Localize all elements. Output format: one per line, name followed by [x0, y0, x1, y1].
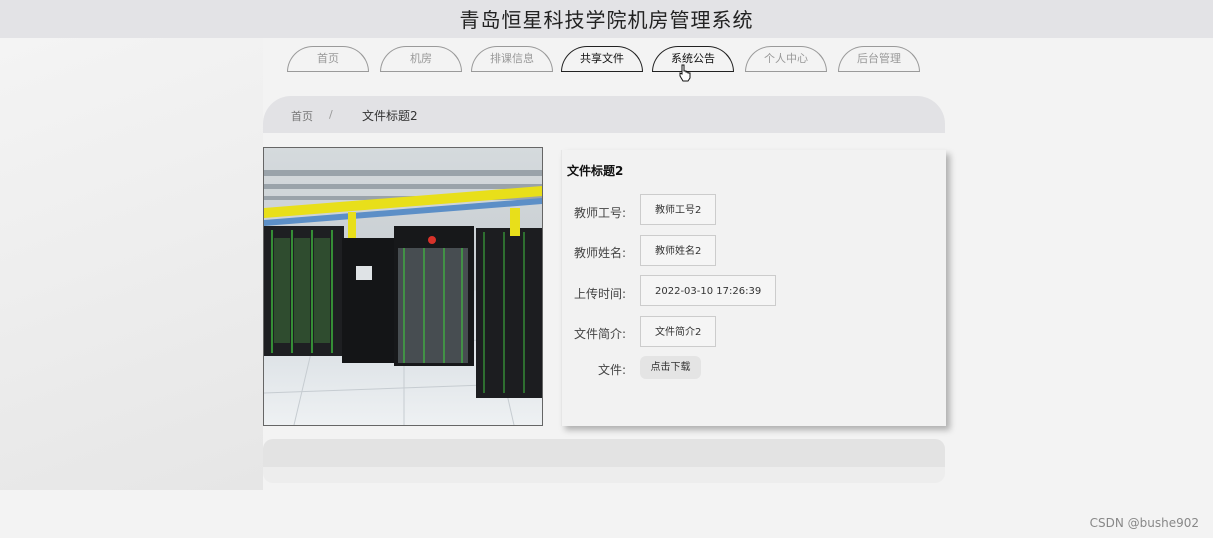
- file-intro-label: 文件简介:: [573, 327, 626, 341]
- main-nav: 首页 机房 排课信息 共享文件 系统公告 个人中心 后台管理: [287, 46, 927, 74]
- nav-tab-home[interactable]: 首页: [287, 46, 369, 72]
- breadcrumb: 首页 / 文件标题2: [263, 96, 945, 133]
- footer-bar: [263, 439, 945, 483]
- server-room-illustration: [264, 148, 542, 425]
- site-header: 青岛恒星科技学院机房管理系统: [0, 0, 1213, 38]
- file-cover-image: [263, 147, 543, 426]
- file-intro-value: 文件简介2: [640, 316, 717, 347]
- nav-tab-profile[interactable]: 个人中心: [745, 46, 827, 72]
- nav-tab-announcements[interactable]: 系统公告: [652, 46, 734, 72]
- nav-tab-shared-files[interactable]: 共享文件: [561, 46, 643, 72]
- footer-bar-top: [263, 439, 945, 467]
- upload-time-label: 上传时间:: [573, 287, 626, 301]
- left-background-shade: [0, 38, 263, 490]
- breadcrumb-separator: /: [329, 108, 333, 121]
- nav-tab-schedule[interactable]: 排课信息: [471, 46, 553, 72]
- site-title: 青岛恒星科技学院机房管理系统: [459, 8, 754, 32]
- file-label: 文件:: [597, 363, 626, 377]
- breadcrumb-home-link[interactable]: 首页: [291, 108, 313, 124]
- teacher-id-value: 教师工号2: [640, 194, 717, 225]
- nav-tab-room[interactable]: 机房: [380, 46, 462, 72]
- csdn-watermark: CSDN @bushe902: [1089, 516, 1199, 530]
- teacher-name-value: 教师姓名2: [640, 235, 717, 266]
- hand-pointer-icon: [679, 64, 691, 82]
- detail-title: 文件标题2: [567, 164, 624, 178]
- breadcrumb-current: 文件标题2: [362, 109, 418, 123]
- download-button[interactable]: 点击下载: [640, 356, 701, 379]
- upload-time-value: 2022-03-10 17:26:39: [640, 275, 777, 306]
- teacher-name-label: 教师姓名:: [573, 246, 626, 260]
- nav-tab-admin[interactable]: 后台管理: [838, 46, 920, 72]
- teacher-id-label: 教师工号:: [573, 206, 626, 220]
- file-detail-card: 文件标题2 教师工号: 教师工号2 教师姓名: 教师姓名2 上传时间: 2022…: [561, 150, 946, 426]
